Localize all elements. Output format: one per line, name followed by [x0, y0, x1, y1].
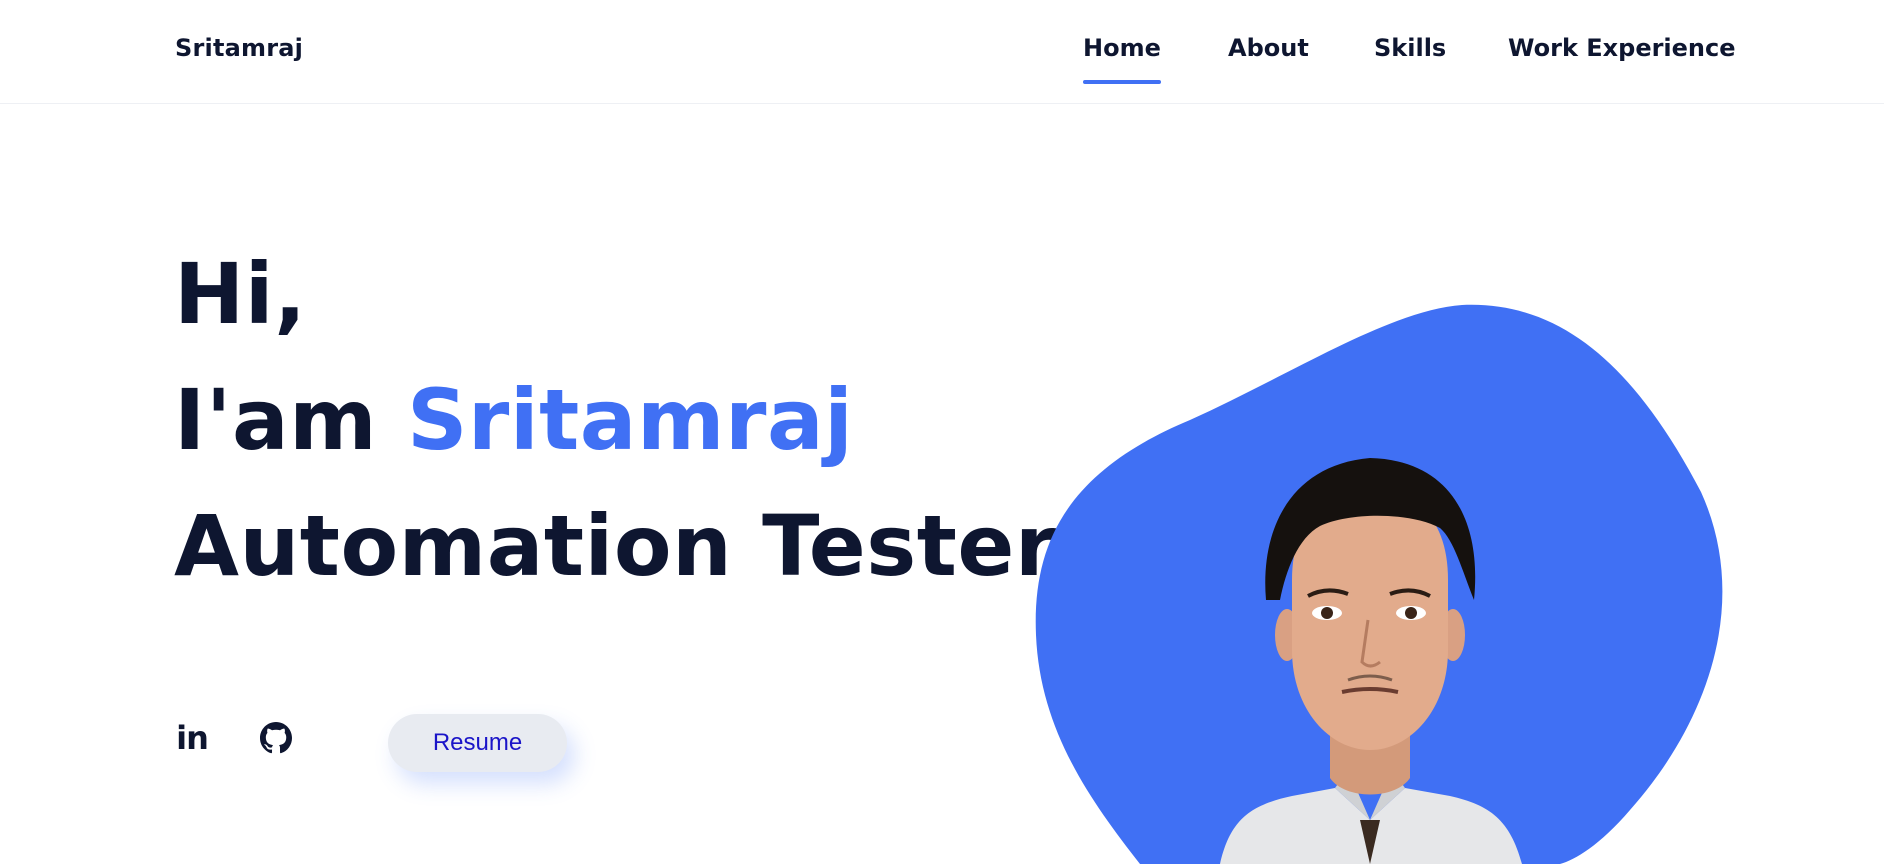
github-icon[interactable] — [256, 718, 296, 758]
nav-skills[interactable]: Skills — [1374, 34, 1446, 62]
linkedin-glyph: in — [176, 719, 209, 757]
nav-work-experience[interactable]: Work Experience — [1508, 34, 1736, 62]
site-header: Sritamraj Home About Skills Work Experie… — [0, 0, 1884, 104]
hero-name: Sritamraj — [406, 371, 854, 469]
linkedin-icon[interactable]: in — [172, 718, 212, 758]
profile-photo — [1035, 304, 1723, 864]
main-nav: Home About Skills Work Experience — [0, 34, 1884, 94]
resume-button[interactable]: Resume — [388, 714, 567, 772]
hero-role: Automation Tester — [174, 497, 1057, 595]
github-logo — [260, 722, 292, 754]
hero-intro-prefix: I'am — [174, 371, 378, 469]
nav-about[interactable]: About — [1228, 34, 1309, 62]
nav-home[interactable]: Home — [1083, 34, 1161, 84]
profile-blob — [1030, 300, 1750, 864]
hero-greeting: Hi, — [174, 245, 307, 343]
hero-intro: I'am Sritamraj — [174, 378, 853, 462]
